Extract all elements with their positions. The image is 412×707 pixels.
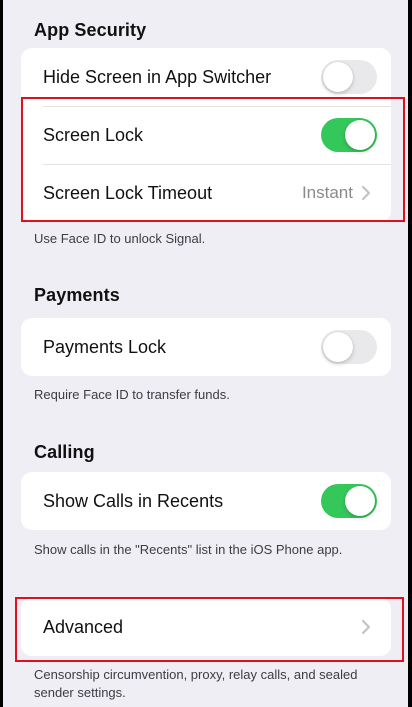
calling-footer: Show calls in the "Recents" list in the … [34, 542, 343, 557]
screen-lock-label: Screen Lock [43, 124, 144, 145]
advanced-row[interactable]: Advanced [21, 598, 391, 656]
screen-lock-timeout-label: Screen Lock Timeout [43, 182, 213, 203]
hide-screen-row[interactable]: Hide Screen in App Switcher [21, 48, 391, 106]
advanced-footer: Censorship circumvention, proxy, relay c… [34, 667, 358, 700]
payments-group: Payments Lock [21, 318, 391, 376]
payments-footer: Require Face ID to transfer funds. [34, 387, 230, 402]
chevron-right-icon [361, 185, 371, 201]
payments-lock-toggle[interactable] [321, 330, 377, 364]
toggle-knob [345, 120, 375, 150]
section-header-payments: Payments [34, 285, 120, 305]
section-header-calling: Calling [34, 442, 95, 462]
app-security-group: Hide Screen in App Switcher Screen Lock … [21, 48, 391, 222]
section-header-app-security: App Security [34, 20, 147, 40]
screen-lock-toggle[interactable] [321, 118, 377, 152]
hide-screen-toggle[interactable] [321, 60, 377, 94]
advanced-label: Advanced [43, 616, 124, 637]
show-calls-label: Show Calls in Recents [43, 490, 224, 511]
screen-lock-row[interactable]: Screen Lock [21, 106, 391, 164]
payments-lock-row[interactable]: Payments Lock [21, 318, 391, 376]
calling-group: Show Calls in Recents [21, 472, 391, 530]
screen-lock-timeout-value: Instant [301, 183, 353, 202]
show-calls-toggle[interactable] [321, 484, 377, 518]
settings-screen: App Security Hide Screen in App Switcher… [3, 0, 408, 707]
screen-lock-timeout-row[interactable]: Screen Lock Timeout Instant [21, 164, 391, 222]
show-calls-row[interactable]: Show Calls in Recents [21, 472, 391, 530]
payments-lock-label: Payments Lock [43, 336, 167, 357]
advanced-group: Advanced [21, 598, 391, 656]
toggle-knob [323, 62, 353, 92]
chevron-right-icon [361, 619, 371, 635]
app-security-footer: Use Face ID to unlock Signal. [34, 231, 206, 246]
toggle-knob [345, 486, 375, 516]
hide-screen-label: Hide Screen in App Switcher [43, 66, 272, 87]
toggle-knob [323, 332, 353, 362]
